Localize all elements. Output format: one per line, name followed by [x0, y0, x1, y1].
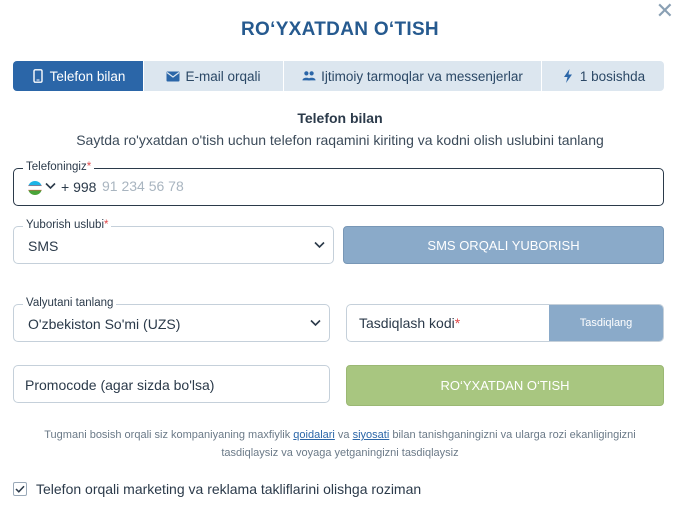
- envelope-icon: [166, 69, 180, 83]
- confirm-code-input[interactable]: Tasdiqlash kodi *: [347, 305, 549, 341]
- confirm-button[interactable]: Tasdiqlang: [549, 305, 663, 341]
- users-icon: [302, 69, 316, 83]
- send-method-value: SMS: [28, 238, 59, 254]
- country-code: + 998: [61, 179, 97, 195]
- policy-link[interactable]: siyosati: [353, 429, 390, 441]
- promocode-input[interactable]: Promocode (agar sizda bo'lsa): [13, 365, 330, 403]
- tab-label: Ijtimoiy tarmoqlar va messenjerlar: [321, 68, 523, 84]
- confirm-code-group: Tasdiqlash kodi * Tasdiqlang: [346, 304, 664, 342]
- chevron-down-icon[interactable]: [45, 178, 56, 193]
- phone-icon: [31, 69, 45, 83]
- tab-label: E-mail orqali: [185, 68, 261, 84]
- currency-value: O'zbekiston So'mi (UZS): [28, 316, 181, 332]
- chevron-down-icon: [310, 315, 321, 330]
- tab-one-click[interactable]: 1 bosishda: [542, 61, 664, 91]
- phone-field: Telefoningiz* + 998: [13, 161, 664, 206]
- rules-link[interactable]: qoidalari: [293, 429, 335, 441]
- modal-title: RO‘YXATDAN O‘TISH: [241, 19, 439, 40]
- sms-send-button[interactable]: SMS ORQALI YUBORISH: [343, 226, 664, 264]
- tab-label: Telefon bilan: [49, 68, 126, 84]
- send-method-label: Yuborish uslubi*: [23, 219, 112, 231]
- registration-tabs: Telefon bilan E-mail orqali Ijtimoiy tar…: [13, 61, 664, 91]
- section-title: Telefon bilan: [297, 110, 383, 126]
- phone-input[interactable]: [102, 178, 402, 194]
- phone-label: Telefoningiz*: [23, 161, 95, 173]
- uzbekistan-flag-icon[interactable]: [28, 181, 42, 195]
- tab-email[interactable]: E-mail orqali: [144, 61, 284, 91]
- marketing-consent-label: Telefon orqali marketing va reklama takl…: [36, 481, 422, 497]
- section-description: Saytda ro'yxatdan o'tish uchun telefon r…: [76, 132, 604, 148]
- checkbox-checked-icon[interactable]: [13, 482, 27, 496]
- lightning-icon: [561, 69, 575, 83]
- promocode-placeholder: Promocode (agar sizda bo'lsa): [25, 377, 215, 393]
- tab-label: 1 bosishda: [579, 68, 646, 84]
- register-button[interactable]: RO‘YXATDAN O‘TISH: [346, 365, 664, 406]
- tab-phone[interactable]: Telefon bilan: [13, 61, 144, 91]
- send-method-select[interactable]: Yuborish uslubi* SMS: [13, 219, 334, 264]
- legal-text: Tugmani bosish orqali siz kompaniyaning …: [44, 429, 636, 459]
- marketing-consent[interactable]: Telefon orqali marketing va reklama takl…: [13, 481, 421, 497]
- currency-select[interactable]: Valyutani tanlang O'zbekiston So'mi (UZS…: [13, 297, 330, 342]
- tab-social[interactable]: Ijtimoiy tarmoqlar va messenjerlar: [284, 61, 542, 91]
- currency-label: Valyutani tanlang: [23, 297, 117, 309]
- chevron-down-icon: [314, 237, 325, 252]
